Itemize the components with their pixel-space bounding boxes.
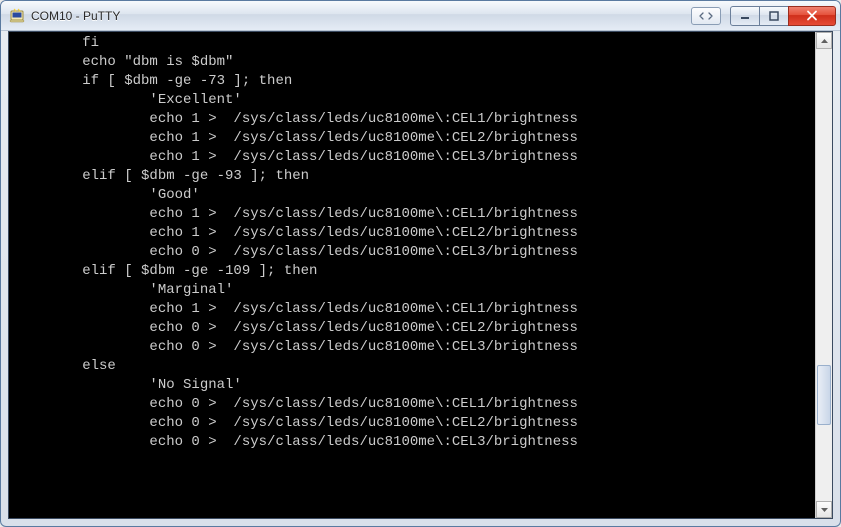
titlebar[interactable]: COM10 - PuTTY (1, 1, 840, 31)
terminal-line: echo 0 > /sys/class/leds/uc8100me\:CEL2/… (15, 319, 815, 338)
terminal-line: echo 1 > /sys/class/leds/uc8100me\:CEL2/… (15, 129, 815, 148)
terminal-line: elif [ $dbm -ge -109 ]; then (15, 262, 815, 281)
terminal-line: 'No Signal' (15, 376, 815, 395)
maximize-button[interactable] (759, 6, 789, 26)
putty-icon (9, 8, 25, 24)
client-area: fi echo "dbm is $dbm" if [ $dbm -ge -73 … (8, 31, 833, 519)
minimize-button[interactable] (730, 6, 760, 26)
terminal-line: echo 1 > /sys/class/leds/uc8100me\:CEL2/… (15, 224, 815, 243)
close-button[interactable] (788, 6, 836, 26)
double-arrow-icon[interactable] (691, 7, 721, 25)
terminal-line: echo 1 > /sys/class/leds/uc8100me\:CEL3/… (15, 148, 815, 167)
terminal-line: echo 0 > /sys/class/leds/uc8100me\:CEL3/… (15, 243, 815, 262)
terminal-line: echo 0 > /sys/class/leds/uc8100me\:CEL2/… (15, 414, 815, 433)
terminal-line: 'Marginal' (15, 281, 815, 300)
terminal-line: echo 0 > /sys/class/leds/uc8100me\:CEL1/… (15, 395, 815, 414)
terminal-line: echo "dbm is $dbm" (15, 53, 815, 72)
terminal-line: echo 0 > /sys/class/leds/uc8100me\:CEL3/… (15, 433, 815, 452)
terminal-line: else (15, 357, 815, 376)
terminal-line: 'Excellent' (15, 91, 815, 110)
scrollbar-thumb[interactable] (817, 365, 831, 425)
terminal-line: fi (15, 34, 815, 53)
scroll-up-button[interactable] (816, 32, 832, 49)
window-title: COM10 - PuTTY (31, 9, 120, 23)
terminal-line: elif [ $dbm -ge -93 ]; then (15, 167, 815, 186)
vertical-scrollbar[interactable] (815, 32, 832, 518)
terminal-line: echo 1 > /sys/class/leds/uc8100me\:CEL1/… (15, 110, 815, 129)
terminal-line: echo 1 > /sys/class/leds/uc8100me\:CEL1/… (15, 300, 815, 319)
terminal-output[interactable]: fi echo "dbm is $dbm" if [ $dbm -ge -73 … (9, 32, 815, 518)
app-window: COM10 - PuTTY fi echo "dbm is $dbm" if [ (0, 0, 841, 527)
scroll-down-button[interactable] (816, 501, 832, 518)
scrollbar-track[interactable] (816, 49, 832, 501)
terminal-line: echo 0 > /sys/class/leds/uc8100me\:CEL3/… (15, 338, 815, 357)
terminal-line: 'Good' (15, 186, 815, 205)
terminal-line: if [ $dbm -ge -73 ]; then (15, 72, 815, 91)
window-controls (691, 6, 836, 26)
terminal-line: echo 1 > /sys/class/leds/uc8100me\:CEL1/… (15, 205, 815, 224)
